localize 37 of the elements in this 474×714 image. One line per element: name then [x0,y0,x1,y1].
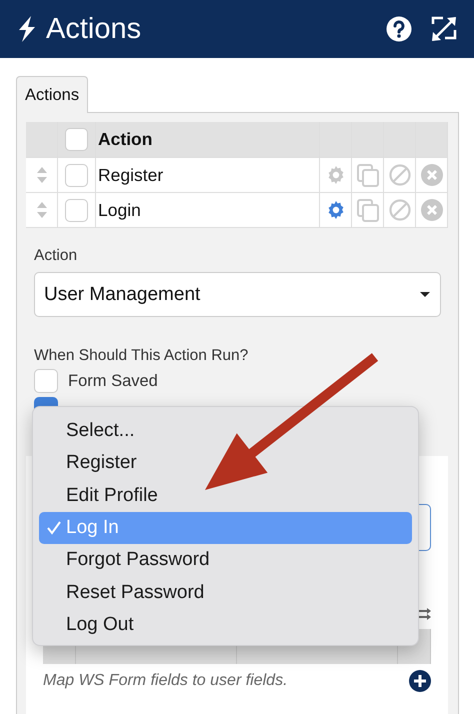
menu-item[interactable]: Log Out [39,608,412,642]
menu-item[interactable]: Reset Password [39,576,412,609]
add-icon[interactable] [409,670,431,692]
select-all-checkbox[interactable] [65,128,88,151]
panel-title: Actions [46,12,142,46]
checkbox[interactable] [34,369,58,393]
row-checkbox[interactable] [65,198,88,222]
disable-icon[interactable] [388,164,410,186]
field-label: When Should This Action Run? [33,346,250,365]
disable-icon[interactable] [388,199,410,221]
copy-icon[interactable] [356,164,378,186]
menu-item[interactable]: Edit Profile [39,480,412,512]
checkbox-label: Form Saved [68,372,158,390]
swap-icon[interactable] [417,607,431,621]
settings-icon[interactable] [326,165,346,185]
settings-icon[interactable] [326,200,346,220]
caret-icon [420,292,430,297]
tab[interactable]: Actions [16,76,88,113]
table-cell: Login [96,193,320,228]
expand-icon[interactable] [430,15,458,43]
field-label: Action [33,246,78,265]
menu-item[interactable]: Register [39,447,412,480]
delete-icon[interactable] [420,164,442,186]
column-header: Action [96,122,320,158]
table-cell: Register [96,158,320,193]
help-text: Map WS Form fields to user fields. [43,672,288,690]
lightning-icon [16,15,38,43]
menu-item[interactable]: Select... [39,415,412,448]
drag-handle-icon[interactable] [36,167,46,183]
checkmark-icon [47,521,61,536]
delete-icon[interactable] [420,199,442,221]
row-checkbox[interactable] [65,164,88,186]
menu-item[interactable]: Forgot Password [39,544,412,576]
drag-handle-icon[interactable] [36,202,46,218]
copy-icon[interactable] [356,198,378,222]
help-icon[interactable] [386,16,412,42]
action-select[interactable]: User Management [34,272,441,317]
